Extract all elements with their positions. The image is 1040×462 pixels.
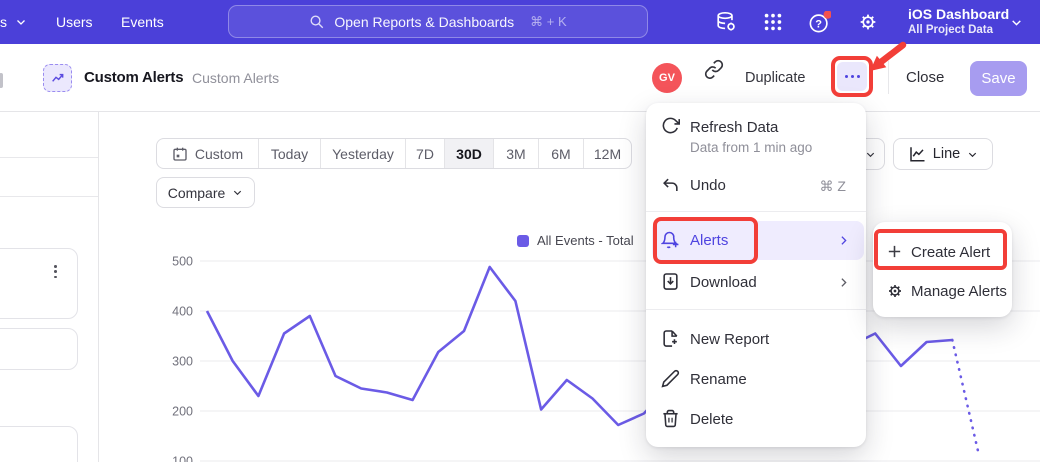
nav-partial-item[interactable]: s	[0, 0, 27, 44]
menu-item-download[interactable]: Download	[690, 274, 757, 291]
delete-icon	[661, 409, 680, 433]
chart-type-button[interactable]: Line	[893, 138, 993, 170]
chevron-down-icon	[967, 149, 978, 160]
duplicate-button[interactable]: Duplicate	[745, 70, 805, 86]
chart-legend: All Events - Total	[517, 233, 634, 248]
close-button[interactable]: Close	[906, 69, 944, 86]
search-icon	[309, 14, 324, 29]
apps-grid-icon[interactable]	[762, 11, 784, 33]
manage-gear-icon	[886, 282, 904, 300]
menu-divider	[646, 211, 866, 212]
submenu-item-manage-alerts[interactable]: Manage Alerts	[911, 283, 1007, 300]
range-12m[interactable]: 12M	[584, 139, 631, 168]
report-header: Custom Alerts Custom Alerts GV Duplicate…	[0, 44, 1040, 111]
save-button[interactable]: Save	[970, 61, 1027, 96]
rename-icon	[661, 369, 680, 393]
search-shortcut: ⌘ + K	[530, 14, 567, 30]
annotation-box-alerts	[653, 217, 758, 264]
project-subtitle: All Project Data	[908, 23, 1009, 37]
page-title: Custom Alerts	[84, 69, 183, 86]
report-icon	[43, 64, 72, 92]
menu-item-refresh-sub: Data from 1 min ago	[690, 140, 812, 155]
settings-gear-icon[interactable]	[857, 11, 879, 33]
svg-text:300: 300	[172, 355, 193, 369]
range-3m[interactable]: 3M	[494, 139, 539, 168]
undo-icon	[661, 176, 680, 200]
data-management-icon[interactable]	[715, 11, 737, 33]
share-link-icon[interactable]	[704, 59, 724, 79]
svg-text:400: 400	[172, 305, 193, 319]
search-placeholder: Open Reports & Dashboards	[334, 14, 514, 30]
menu-item-rename[interactable]: Rename	[690, 371, 747, 388]
range-yesterday[interactable]: Yesterday	[321, 139, 406, 168]
top-navbar: s Users Events Open Reports & Dashboards…	[0, 0, 1040, 44]
annotation-box-create-alert	[874, 229, 1007, 270]
help-icon[interactable]: ?	[809, 11, 831, 33]
svg-text:?: ?	[815, 19, 822, 31]
app-root: 500 400 300 200 100 All Events - Total Custo…	[0, 0, 1040, 462]
undo-shortcut: ⌘ Z	[820, 178, 846, 195]
chevron-down-icon	[865, 149, 876, 160]
menu-divider	[646, 309, 866, 310]
svg-text:500: 500	[172, 255, 193, 269]
range-30d[interactable]: 30D	[445, 139, 494, 168]
download-icon	[661, 272, 680, 296]
range-custom[interactable]: Custom	[157, 139, 259, 168]
sidebar-divider	[0, 157, 98, 158]
annotation-box-more-button	[831, 56, 873, 97]
breadcrumb: Custom Alerts	[192, 70, 279, 86]
nav-item-users[interactable]: Users	[56, 0, 93, 44]
project-selector[interactable]: iOS Dashboard All Project Data	[908, 5, 1009, 37]
range-7d[interactable]: 7D	[406, 139, 445, 168]
chevron-right-icon	[837, 234, 850, 247]
range-today[interactable]: Today	[259, 139, 321, 168]
avatar[interactable]: GV	[652, 63, 682, 93]
chevron-down-icon	[1010, 16, 1023, 29]
menu-item-refresh[interactable]: Refresh Data	[690, 119, 778, 136]
svg-text:200: 200	[172, 405, 193, 419]
line-chart-icon	[908, 145, 926, 163]
builder-card[interactable]	[0, 328, 78, 370]
collapsed-panel-handle	[0, 73, 3, 88]
chevron-right-icon	[837, 276, 850, 289]
menu-item-delete[interactable]: Delete	[690, 411, 733, 428]
more-actions-menu: Refresh Data Data from 1 min ago Undo ⌘ …	[646, 103, 866, 447]
calendar-icon	[172, 146, 188, 162]
divider	[888, 61, 889, 94]
date-range-control: Custom Today Yesterday 7D 30D 3M 6M 12M	[156, 138, 632, 169]
menu-item-new-report[interactable]: New Report	[690, 331, 769, 348]
global-search[interactable]: Open Reports & Dashboards ⌘ + K	[228, 5, 648, 38]
legend-label: All Events - Total	[537, 233, 634, 248]
compare-button[interactable]: Compare	[156, 177, 255, 208]
metric-card[interactable]	[0, 248, 78, 319]
refresh-icon	[661, 116, 680, 140]
builder-card[interactable]	[0, 426, 78, 462]
range-6m[interactable]: 6M	[539, 139, 584, 168]
svg-text:100: 100	[172, 455, 193, 462]
query-builder-panel	[0, 111, 99, 462]
menu-item-undo[interactable]: Undo	[690, 177, 726, 194]
kebab-menu-icon[interactable]	[54, 265, 57, 278]
sidebar-divider	[0, 196, 98, 197]
divider	[0, 111, 1040, 112]
legend-swatch	[517, 235, 529, 247]
chevron-down-icon	[232, 187, 243, 198]
line-chart-icon	[50, 70, 66, 86]
project-title: iOS Dashboard	[908, 5, 1009, 23]
new-report-icon	[661, 329, 680, 353]
nav-item-events[interactable]: Events	[121, 0, 164, 44]
chevron-down-icon	[15, 16, 27, 28]
